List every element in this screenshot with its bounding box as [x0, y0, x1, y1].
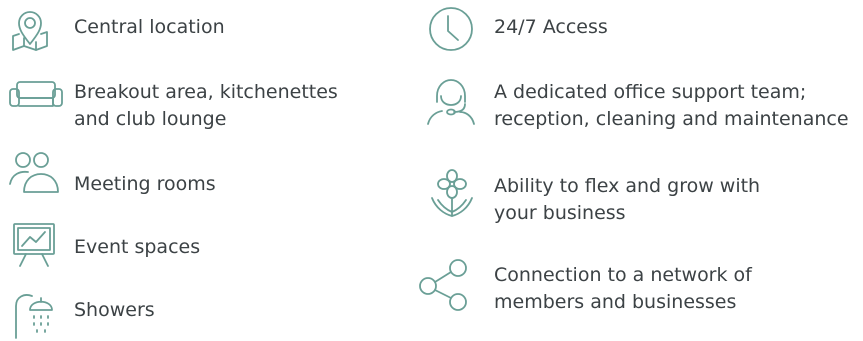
feature-label: A dedicated office support team; recepti… — [494, 81, 849, 130]
flower-growth-icon — [430, 168, 474, 218]
shower-icon — [12, 290, 62, 340]
people-icon — [8, 150, 60, 194]
network-share-icon — [418, 258, 470, 312]
feature-label: 24/7 Access — [494, 16, 608, 38]
feature-label: Central location — [74, 16, 225, 38]
feature-label: Connection to a network of members and b… — [494, 264, 752, 313]
feature-label: Breakout area, kitchenettes and club lou… — [74, 81, 338, 130]
feature-label: Showers — [74, 299, 155, 321]
location-map-icon — [10, 8, 50, 52]
feature-label: Meeting rooms — [74, 173, 216, 195]
sofa-icon — [8, 80, 64, 108]
presentation-board-icon — [12, 222, 56, 268]
feature-label: Ability to flex and grow with your busin… — [494, 175, 761, 224]
feature-label: Event spaces — [74, 236, 201, 258]
clock-icon — [428, 6, 474, 52]
headset-support-icon — [424, 76, 478, 128]
